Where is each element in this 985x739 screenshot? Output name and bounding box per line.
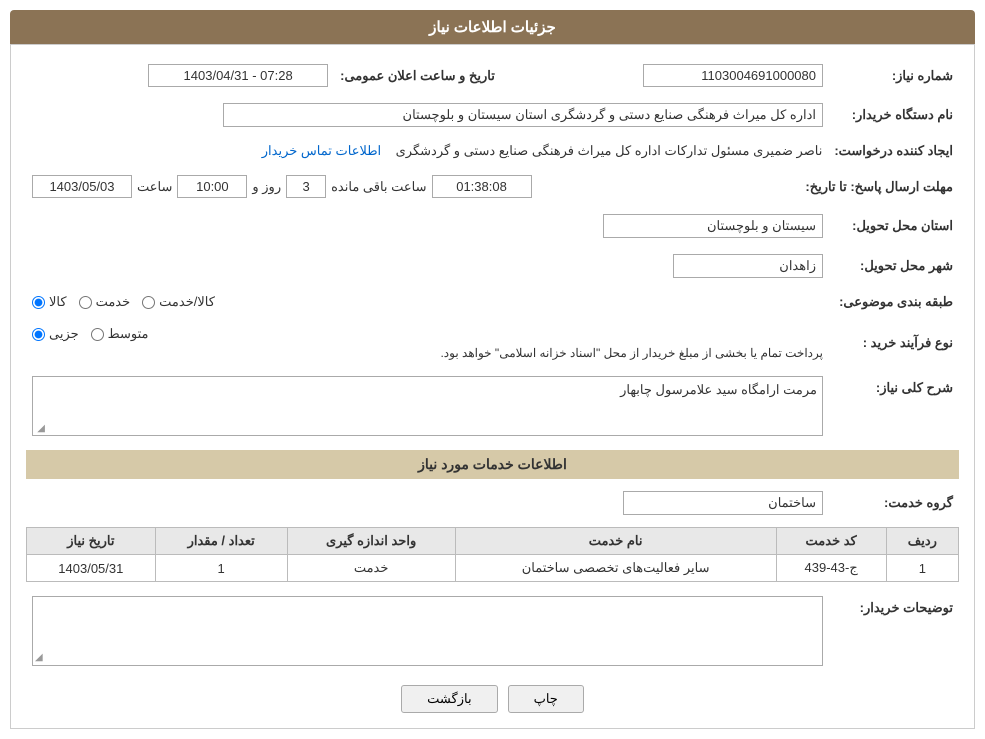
shomara-niaz-value: 1103004691000080 <box>521 60 829 91</box>
creator-table: ایجاد کننده درخواست: ناصر ضمیری مسئول تد… <box>26 139 959 163</box>
buyer-desc-value: ◢ <box>26 592 829 670</box>
ostan-label: استان محل تحویل: <box>829 210 959 242</box>
sharh-label: شرح کلی نیاز: <box>829 372 959 440</box>
services-table: ردیف کد خدمت نام خدمت واحد اندازه گیری ت… <box>26 527 959 582</box>
radio-motevaset-label: متوسط <box>108 326 149 342</box>
creator-label: ایجاد کننده درخواست: <box>828 139 959 163</box>
mohlat-value: 01:38:08 ساعت باقی مانده 3 روز و 10:00 س… <box>26 171 799 202</box>
shahr-input: زاهدان <box>673 254 823 278</box>
buyer-desc-label: توضیحات خریدار: <box>829 592 959 670</box>
nam-dastgah-label: نام دستگاه خریدار: <box>829 99 959 131</box>
nam-dastgah-value: اداره کل میراث فرهنگی صنایع دستی و گردشگ… <box>26 99 829 131</box>
shahr-table: شهر محل تحویل: زاهدان <box>26 250 959 282</box>
sharh-text: مرمت ارامگاه سید علامرسول چابهار <box>620 382 817 397</box>
header-info-table: شماره نیاز: 1103004691000080 تاریخ و ساع… <box>26 60 959 91</box>
roz-value: 3 <box>286 175 326 198</box>
services-section-title: اطلاعات خدمات مورد نیاز <box>26 450 959 479</box>
creator-value: ناصر ضمیری مسئول تدارکات اداره کل میراث … <box>26 139 828 163</box>
sharh-table: شرح کلی نیاز: مرمت ارامگاه سید علامرسول … <box>26 372 959 440</box>
noefr-radio-group: متوسط جزیی <box>32 326 823 342</box>
taarikh-alan-value: 1403/04/31 - 07:28 <box>26 60 334 91</box>
ostan-value: سیستان و بلوچستان <box>26 210 829 242</box>
mohlat-label: مهلت ارسال پاسخ: تا تاریخ: <box>799 171 959 202</box>
cell-radif: 1 <box>886 555 958 582</box>
radio-jozi-input[interactable] <box>32 328 45 341</box>
col-tedad: تعداد / مقدار <box>155 528 287 555</box>
mohlat-row: 01:38:08 ساعت باقی مانده 3 روز و 10:00 س… <box>32 175 793 198</box>
tabaghe-radio-group: کالا/خدمت خدمت کالا <box>32 294 823 310</box>
radio-khadamat-input[interactable] <box>79 296 92 309</box>
cell-name: سایر فعالیت‌های تخصصی ساختمان <box>455 555 776 582</box>
taarikh-alan-label: تاریخ و ساعت اعلان عمومی: <box>334 60 501 91</box>
radio-motevaset: متوسط <box>91 326 149 342</box>
sharh-box: مرمت ارامگاه سید علامرسول چابهار ◢ <box>32 376 823 436</box>
noefr-table: نوع فرآیند خرید : متوسط جزیی <box>26 322 959 364</box>
radio-kala-input[interactable] <box>32 296 45 309</box>
noefr-label: نوع فرآیند خرید : <box>829 322 959 364</box>
taarikh-alan-input: 1403/04/31 - 07:28 <box>148 64 328 87</box>
col-tarikh: تاریخ نیاز <box>27 528 156 555</box>
buyer-desc-table: توضیحات خریدار: ◢ <box>26 592 959 670</box>
grooh-value: ساختمان <box>26 487 829 519</box>
radio-kala-label: کالا <box>49 294 67 310</box>
radio-jozi-label: جزیی <box>49 326 79 342</box>
mohlat-table: مهلت ارسال پاسخ: تا تاریخ: 01:38:08 ساعت… <box>26 171 959 202</box>
dastgah-table: نام دستگاه خریدار: اداره کل میراث فرهنگی… <box>26 99 959 131</box>
main-container: شماره نیاز: 1103004691000080 تاریخ و ساع… <box>10 44 975 729</box>
chap-button[interactable]: چاپ <box>508 685 584 713</box>
noefr-value: متوسط جزیی پرداخت تمام یا بخشی از مبلغ خ… <box>26 322 829 364</box>
page-wrapper: جزئیات اطلاعات نیاز شماره نیاز: 11030046… <box>0 0 985 739</box>
radio-motevaset-input[interactable] <box>91 328 104 341</box>
resize-handle: ◢ <box>35 423 45 433</box>
shahr-label: شهر محل تحویل: <box>829 250 959 282</box>
shahr-value: زاهدان <box>26 250 829 282</box>
cell-tedad: 1 <box>155 555 287 582</box>
radio-khadamat: خدمت <box>79 294 131 310</box>
remaining-time: 01:38:08 <box>432 175 532 198</box>
ostan-input: سیستان و بلوچستان <box>603 214 823 238</box>
buyer-desc-box: ◢ <box>32 596 823 666</box>
cell-kod: ج-43-439 <box>776 555 886 582</box>
radio-jozi: جزیی <box>32 326 79 342</box>
col-name: نام خدمت <box>455 528 776 555</box>
col-vahed: واحد اندازه گیری <box>287 528 455 555</box>
radio-kala-khadamat-input[interactable] <box>142 296 155 309</box>
nam-dastgah-input: اداره کل میراث فرهنگی صنایع دستی و گردشگ… <box>223 103 823 127</box>
radio-khadamat-label: خدمت <box>96 294 131 310</box>
grooh-input: ساختمان <box>623 491 823 515</box>
radio-kala: کالا <box>32 294 67 310</box>
sharh-value: مرمت ارامگاه سید علامرسول چابهار ◢ <box>26 372 829 440</box>
tabaghe-label: طبقه بندی موضوعی: <box>829 290 959 314</box>
ostan-table: استان محل تحویل: سیستان و بلوچستان <box>26 210 959 242</box>
tabaghe-value: کالا/خدمت خدمت کالا <box>26 290 829 314</box>
saat-label: ساعت <box>137 179 172 195</box>
remaining-label: ساعت باقی مانده <box>331 179 426 195</box>
grooh-label: گروه خدمت: <box>829 487 959 519</box>
resize-handle2: ◢ <box>35 652 43 663</box>
buttons-row: چاپ بازگشت <box>26 685 959 713</box>
bazgasht-button[interactable]: بازگشت <box>401 685 497 713</box>
contact-link[interactable]: اطلاعات تماس خریدار <box>262 143 381 158</box>
col-radif: ردیف <box>886 528 958 555</box>
radio-kala-khadamat-label: کالا/خدمت <box>159 294 215 310</box>
col-kod: کد خدمت <box>776 528 886 555</box>
tabaghe-table: طبقه بندی موضوعی: کالا/خدمت خدمت کالا <box>26 290 959 314</box>
grooh-table: گروه خدمت: ساختمان <box>26 487 959 519</box>
shomara-niaz-input: 1103004691000080 <box>643 64 823 87</box>
roz-label: روز و <box>252 179 281 195</box>
shomara-niaz-label: شماره نیاز: <box>829 60 959 91</box>
cell-vahed: خدمت <box>287 555 455 582</box>
page-title: جزئیات اطلاعات نیاز <box>10 10 975 44</box>
purchase-note: پرداخت تمام یا بخشی از مبلغ خریدار از مح… <box>32 346 823 360</box>
table-row: 1ج-43-439سایر فعالیت‌های تخصصی ساختمانخد… <box>27 555 959 582</box>
noefr-container: متوسط جزیی پرداخت تمام یا بخشی از مبلغ خ… <box>32 326 823 360</box>
date-value: 1403/05/03 <box>32 175 132 198</box>
saat-value: 10:00 <box>177 175 247 198</box>
creator-text: ناصر ضمیری مسئول تدارکات اداره کل میراث … <box>396 143 823 158</box>
radio-kala-khadamat: کالا/خدمت <box>142 294 215 310</box>
cell-tarikh: 1403/05/31 <box>27 555 156 582</box>
